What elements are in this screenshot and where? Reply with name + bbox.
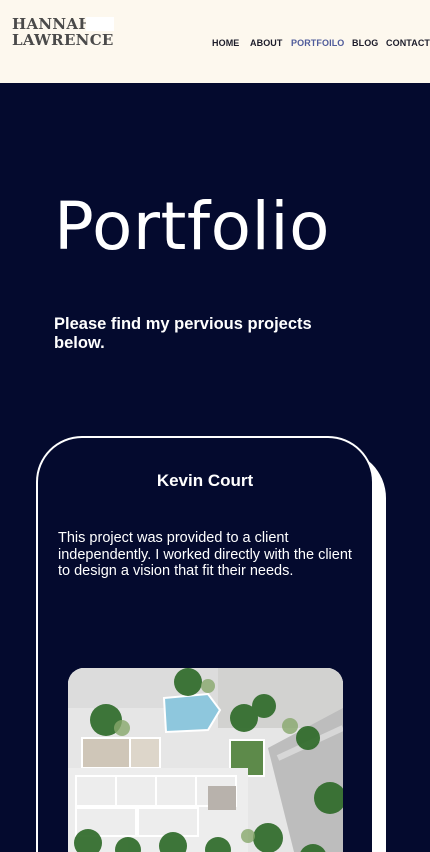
project-image[interactable] [68,668,343,852]
logo-highlight-box [86,17,114,31]
nav-contact[interactable]: CONTACT [386,38,430,48]
nav-blog[interactable]: BLOG [352,38,378,48]
site-plan-image [68,668,343,852]
nav-home[interactable]: HOME [212,38,239,48]
project-title: Kevin Court [156,471,254,490]
site-header: HANNAH LAWRENCE HOME ABOUT PORTFOILO BLO… [0,0,430,83]
page-title: Portfolio [54,188,331,265]
nav-about[interactable]: ABOUT [250,38,283,48]
project-description: This project was provided to a client in… [58,530,352,579]
page-intro: Please find my pervious projects below. [54,315,312,352]
main-nav: HOME ABOUT PORTFOILO BLOG CONTACT [0,38,430,50]
nav-portfolio[interactable]: PORTFOILO [291,38,344,48]
